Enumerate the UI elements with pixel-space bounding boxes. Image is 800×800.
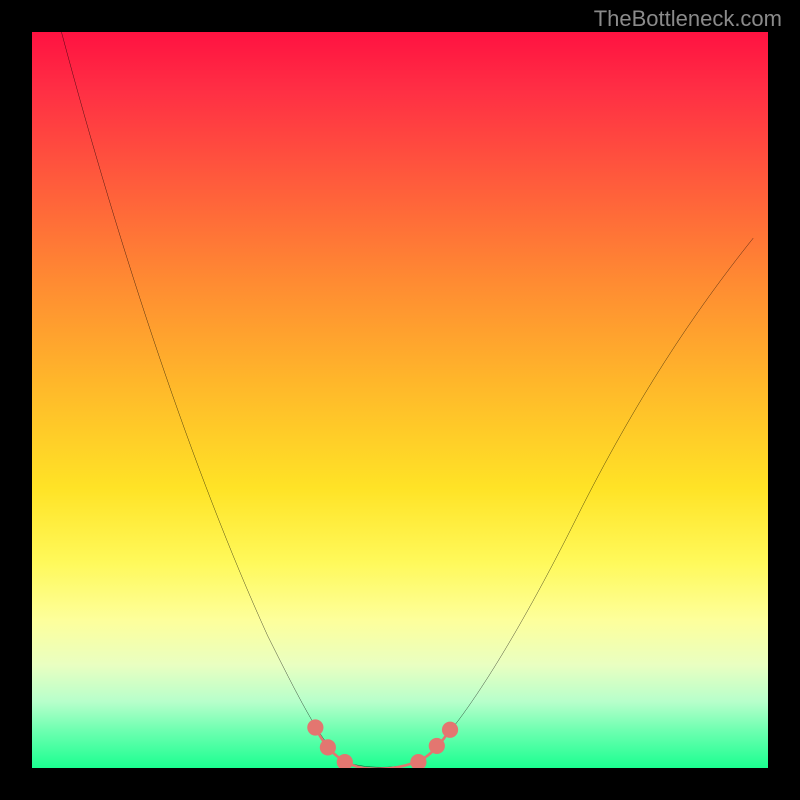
plot-area (32, 32, 768, 768)
chart-frame: TheBottleneck.com (0, 0, 800, 800)
highlight-dots (307, 719, 458, 768)
bottleneck-curve-svg (32, 32, 768, 768)
bottleneck-curve (61, 32, 753, 767)
watermark-text: TheBottleneck.com (594, 6, 782, 32)
